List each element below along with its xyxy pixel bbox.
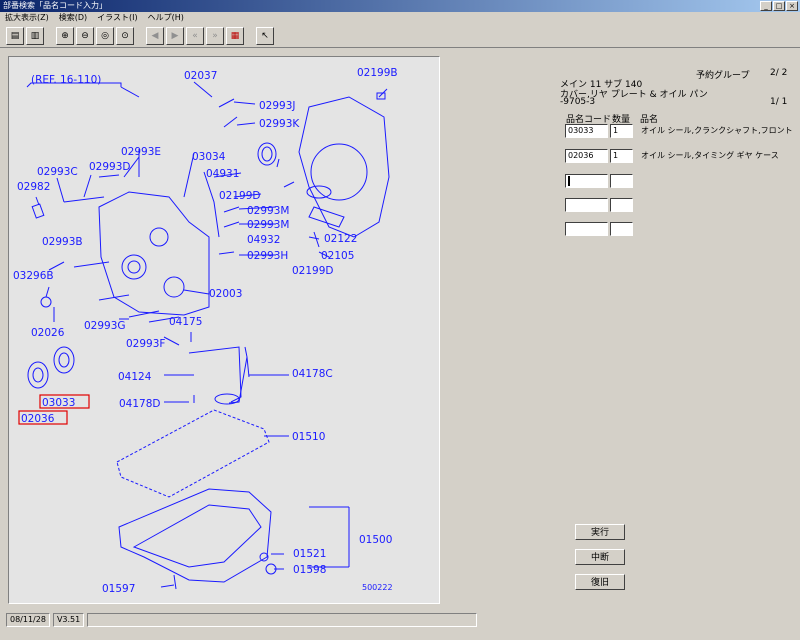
part-label-01500[interactable]: 01500: [359, 534, 392, 546]
part-label-02199b[interactable]: 02199B: [357, 67, 398, 79]
part-label-02199d-a[interactable]: 02199D: [219, 190, 261, 202]
part-label-02037[interactable]: 02037: [184, 70, 217, 82]
part-label-03034[interactable]: 03034: [192, 151, 226, 163]
menu-illustration[interactable]: イラスト(I): [92, 12, 142, 24]
model-code: -9705-3: [560, 97, 596, 107]
part-label-02122[interactable]: 02122: [324, 233, 357, 245]
status-date: 08/11/28: [6, 613, 50, 627]
part-label-04124[interactable]: 04124: [118, 371, 152, 383]
part-label-03296b[interactable]: 03296B: [13, 270, 54, 282]
part-label-02993h[interactable]: 02993H: [247, 250, 288, 262]
part-label-02993m-b[interactable]: 02993M: [247, 219, 289, 231]
part-label-02982[interactable]: 02982: [17, 181, 50, 193]
exploded-view-drawing: (REF. 16-110) 02037 02199B 02993J 02993K…: [13, 67, 398, 595]
first-page-icon[interactable]: ◀: [146, 26, 164, 45]
maximize-button[interactable]: □: [773, 1, 785, 11]
code-field-4[interactable]: [565, 198, 608, 212]
qty-field-1[interactable]: 1: [610, 124, 633, 138]
code-field-1[interactable]: 03033: [565, 124, 608, 138]
part-label-02993e[interactable]: 02993E: [121, 146, 161, 158]
menu-zoom[interactable]: 拡大表示(Z): [0, 12, 54, 24]
detail-view-icon[interactable]: ▥: [26, 26, 44, 45]
zoom-area-icon[interactable]: ⊙: [116, 26, 134, 45]
text-cursor: [568, 175, 570, 186]
list-view-icon[interactable]: ▤: [6, 26, 24, 45]
illustration-code: 500222: [362, 583, 393, 592]
part-label-02993c[interactable]: 02993C: [37, 166, 78, 178]
menu-search[interactable]: 検索(D): [54, 12, 92, 24]
code-field-5[interactable]: [565, 222, 608, 236]
window-controls: _ □ ×: [760, 1, 798, 11]
minimize-button[interactable]: _: [760, 1, 772, 11]
next-page-icon[interactable]: ▶: [166, 26, 184, 45]
status-version: V3.51: [52, 613, 85, 627]
part-label-02993b[interactable]: 02993B: [42, 236, 83, 248]
menu-bar: 拡大表示(Z) 検索(D) イラスト(I) ヘルプ(H): [0, 12, 800, 24]
part-label-04178d[interactable]: 04178D: [119, 398, 161, 410]
code-field-2[interactable]: 02036: [565, 149, 608, 163]
part-label-04178c[interactable]: 04178C: [292, 368, 333, 380]
status-bar: 08/11/28 V3.51: [0, 610, 800, 630]
code-field-3[interactable]: [565, 174, 608, 188]
part-label-04931[interactable]: 04931: [206, 168, 239, 180]
next-group-icon[interactable]: »: [206, 26, 224, 45]
part-label-02993g[interactable]: 02993G: [84, 320, 126, 332]
part-label-02993f[interactable]: 02993F: [126, 338, 165, 350]
part-label-03033[interactable]: 03033: [42, 397, 75, 409]
part-label-02993m-a[interactable]: 02993M: [247, 205, 289, 217]
part-label-04175[interactable]: 04175: [169, 316, 202, 328]
zoom-fit-icon[interactable]: ◎: [96, 26, 114, 45]
qty-field-2[interactable]: 1: [610, 149, 633, 163]
part-label-02993k[interactable]: 02993K: [259, 118, 300, 130]
calculator-icon[interactable]: ▦: [226, 26, 244, 45]
restore-button[interactable]: 復旧: [575, 574, 625, 590]
close-button[interactable]: ×: [786, 1, 798, 11]
part-label-01597[interactable]: 01597: [102, 583, 135, 595]
pointer-tool-icon[interactable]: ↖: [256, 26, 274, 45]
part-label-04932[interactable]: 04932: [247, 234, 280, 246]
run-button[interactable]: 実行: [575, 524, 625, 540]
status-message: [87, 613, 478, 627]
part-label-01510[interactable]: 01510: [292, 431, 325, 443]
stop-button[interactable]: 中断: [575, 549, 625, 565]
menu-help[interactable]: ヘルプ(H): [143, 12, 189, 24]
part-label-02026[interactable]: 02026: [31, 327, 65, 339]
toolbar: ▤ ▥ ⊕ ⊖ ◎ ⊙ ◀ ▶ « » ▦ ↖: [0, 24, 800, 48]
part-label-01598[interactable]: 01598: [293, 564, 326, 576]
part-label-02036[interactable]: 02036: [21, 413, 55, 425]
zoom-in-icon[interactable]: ⊕: [56, 26, 74, 45]
part-label-02993j[interactable]: 02993J: [259, 100, 296, 112]
column-header-name: 品名: [640, 115, 659, 125]
qty-field-3[interactable]: [610, 174, 633, 188]
part-name-2: オイル シール,タイミング ギヤ ケース: [641, 151, 779, 160]
page-indicator: 1/ 1: [770, 97, 788, 107]
prev-group-icon[interactable]: «: [186, 26, 204, 45]
part-label-02003[interactable]: 02003: [209, 288, 242, 300]
zoom-out-icon[interactable]: ⊖: [76, 26, 94, 45]
qty-field-4[interactable]: [610, 198, 633, 212]
ref-label: (REF. 16-110): [31, 74, 101, 86]
window-title: 部番検索「品名コード入力」: [3, 1, 107, 10]
group-label: 予約グループ: [696, 71, 750, 81]
parts-diagram[interactable]: (REF. 16-110) 02037 02199B 02993J 02993K…: [8, 56, 440, 604]
part-label-01521[interactable]: 01521: [293, 548, 326, 560]
part-label-02105[interactable]: 02105: [321, 250, 354, 262]
part-label-02993d[interactable]: 02993D: [89, 161, 131, 173]
part-label-02199d-b[interactable]: 02199D: [292, 265, 334, 277]
qty-field-5[interactable]: [610, 222, 633, 236]
part-name-1: オイル シール,クランクシャフト,フロント: [641, 126, 793, 135]
title-bar: 部番検索「品名コード入力」 _ □ ×: [0, 0, 800, 12]
group-page: 2/ 2: [770, 68, 788, 78]
